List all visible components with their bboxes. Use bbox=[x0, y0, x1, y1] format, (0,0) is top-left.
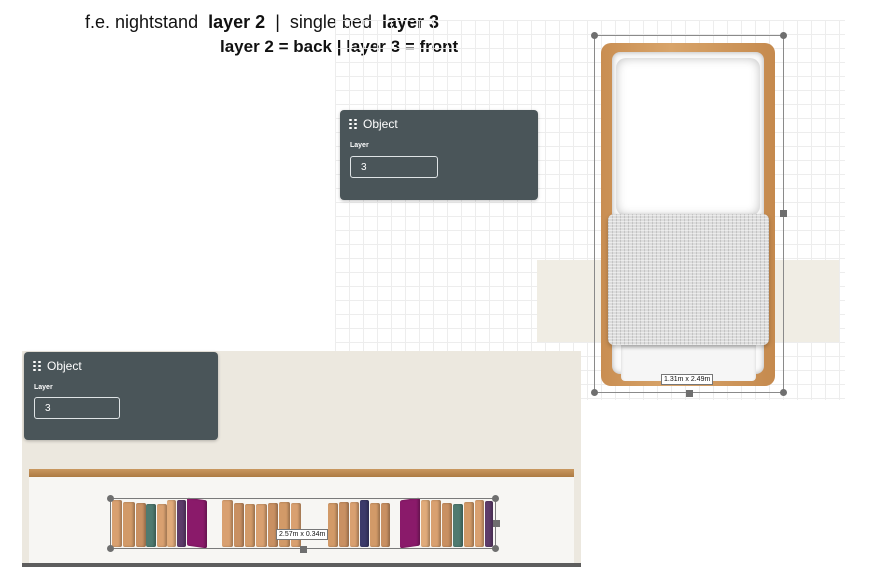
resize-handle-bottom[interactable] bbox=[686, 390, 693, 397]
books-dimension-label: 2.57m x 0.34m bbox=[276, 529, 329, 540]
resize-handle-top-right[interactable] bbox=[492, 495, 499, 502]
books-selection-box[interactable] bbox=[110, 498, 496, 549]
object-panel-top: Object Layer 3 bbox=[340, 110, 538, 200]
room-edge bbox=[22, 563, 581, 567]
resize-handle-bottom-left[interactable] bbox=[591, 389, 598, 396]
resize-handle-right[interactable] bbox=[780, 210, 787, 217]
drag-grip-icon[interactable] bbox=[33, 361, 41, 371]
resize-handle-bottom[interactable] bbox=[300, 546, 307, 553]
resize-handle-bottom-left[interactable] bbox=[107, 545, 114, 552]
caption-layer-2: layer 2 bbox=[208, 12, 266, 32]
resize-handle-bottom-right[interactable] bbox=[780, 389, 787, 396]
layer-input[interactable]: 3 bbox=[34, 397, 120, 419]
panel-title: Object bbox=[363, 117, 398, 131]
resize-handle-top-left[interactable] bbox=[591, 32, 598, 39]
panel-header[interactable]: Object bbox=[33, 359, 82, 373]
layer-input[interactable]: 3 bbox=[350, 156, 438, 178]
layer-label: Layer bbox=[350, 142, 369, 149]
caption-separator: | bbox=[275, 12, 280, 32]
layer-label: Layer bbox=[34, 384, 53, 391]
resize-handle-top-right[interactable] bbox=[780, 32, 787, 39]
drag-grip-icon[interactable] bbox=[349, 119, 357, 129]
panel-header[interactable]: Object bbox=[349, 117, 398, 131]
panel-title: Object bbox=[47, 359, 82, 373]
bed-dimension-label: 1.31m x 2.49m bbox=[661, 374, 714, 385]
object-panel-bottom: Object Layer 3 bbox=[24, 352, 218, 440]
bed-selection-box[interactable] bbox=[594, 35, 784, 393]
resize-handle-bottom-right[interactable] bbox=[492, 545, 499, 552]
resize-handle-top-left[interactable] bbox=[107, 495, 114, 502]
caption-nightstand: f.e. nightstand bbox=[85, 12, 199, 32]
resize-handle-right[interactable] bbox=[493, 520, 500, 527]
